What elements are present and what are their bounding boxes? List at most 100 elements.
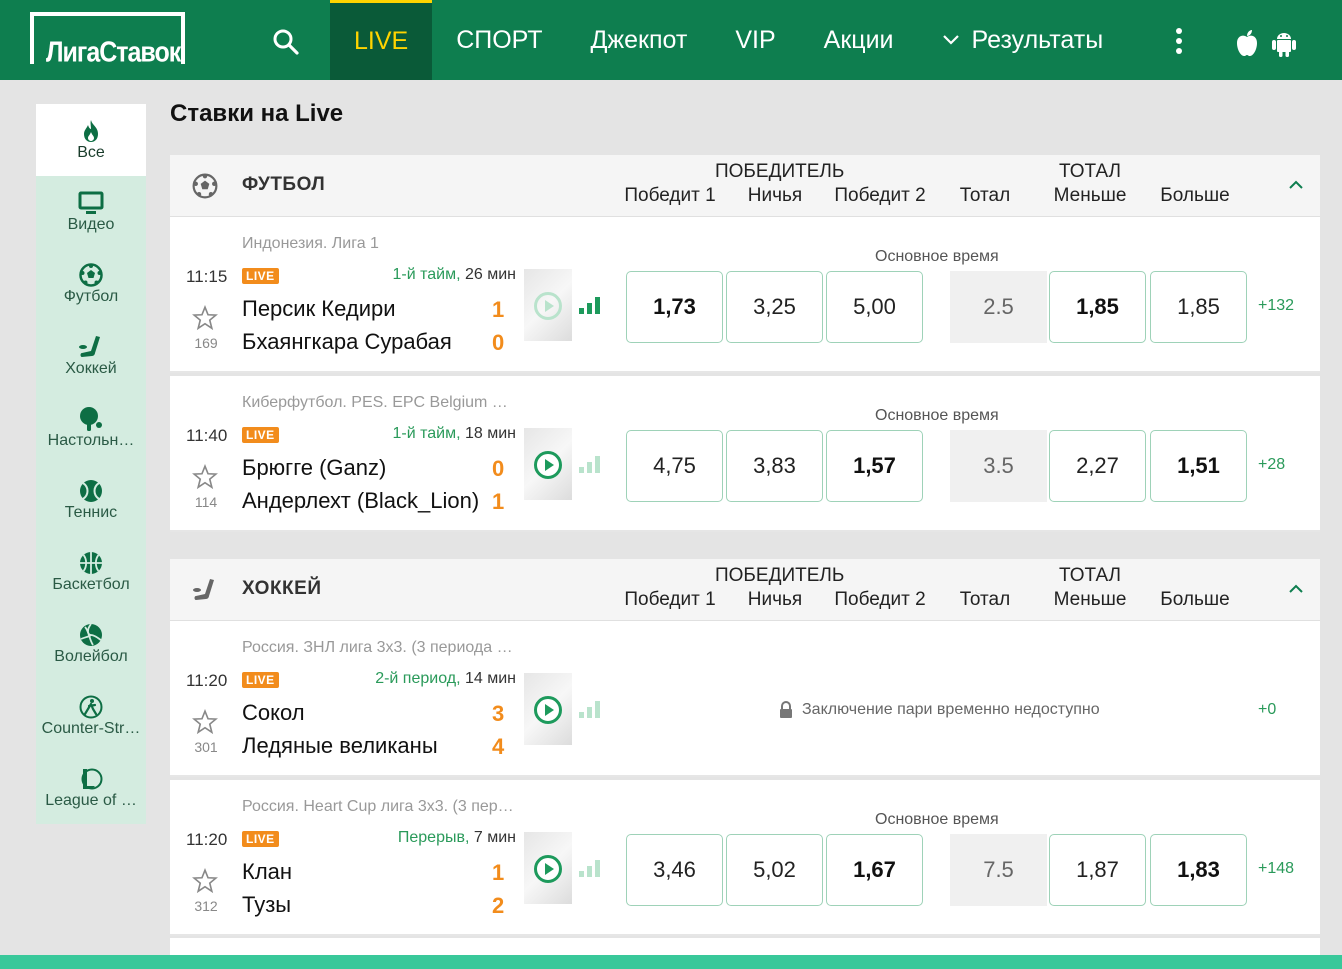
nav-live-label: LIVE <box>354 27 409 55</box>
team2-name: Ледяные великаны <box>242 733 438 758</box>
minute-text: 26 мин <box>464 266 516 283</box>
match-status: Перерыв, 7 мин <box>398 829 516 847</box>
android-icon[interactable] <box>1270 28 1298 58</box>
signal-strength-icon <box>578 454 602 479</box>
event-row[interactable]: Киберфутбол. PES. EPC Belgium Cyb… 11:40… <box>170 376 1320 532</box>
odd-over[interactable]: 1,83 <box>1150 834 1247 906</box>
volleyball-icon <box>79 622 103 648</box>
col-win1: Победит 1 <box>624 185 716 206</box>
search-icon[interactable] <box>272 28 300 56</box>
video-thumbnail[interactable] <box>524 832 572 904</box>
basketball-icon <box>79 550 103 576</box>
viewers-count: 301 <box>194 739 218 755</box>
star-icon[interactable] <box>192 463 218 495</box>
counter-strike-icon <box>79 694 103 720</box>
star-icon[interactable] <box>192 867 218 899</box>
odd-win1[interactable]: 3,46 <box>626 834 723 906</box>
sidebar-item-volleyball[interactable]: Волейбол <box>36 608 146 680</box>
sport-sidebar: Все Видео Футбол Хоккей Настольн… Теннис… <box>36 104 146 824</box>
market-label: Основное время <box>875 407 999 424</box>
odd-win1[interactable]: 4,75 <box>626 430 723 502</box>
sidebar-item-video[interactable]: Видео <box>36 176 146 248</box>
col-win2: Победит 2 <box>834 185 926 206</box>
page-title: Ставки на Live <box>170 100 344 127</box>
nav-promos[interactable]: Акции <box>800 0 918 80</box>
team2-score: 0 <box>492 330 505 355</box>
event-row[interactable]: Россия. ЗНЛ лига 3х3. (3 периода по… 11:… <box>170 621 1320 777</box>
col-over: Больше <box>1160 185 1230 206</box>
more-vertical-icon[interactable] <box>1170 26 1188 56</box>
odd-win2[interactable]: 1,57 <box>826 430 923 502</box>
odd-draw[interactable]: 3,83 <box>726 430 823 502</box>
odd-draw[interactable]: 3,25 <box>726 271 823 343</box>
nav-vip[interactable]: VIP <box>711 0 799 80</box>
odd-win2[interactable]: 5,00 <box>826 271 923 343</box>
hockey-icon <box>192 577 218 608</box>
odd-over[interactable]: 1,85 <box>1150 271 1247 343</box>
unavailable-text: Заключение пари временно недоступно <box>802 701 1100 718</box>
more-bets-link[interactable]: +132 <box>1258 297 1294 315</box>
logo-text: ЛигаСтавок <box>46 36 181 69</box>
col-win1: Победит 1 <box>624 589 716 610</box>
sidebar-item-football[interactable]: Футбол <box>36 248 146 320</box>
chevron-up-icon[interactable] <box>1288 581 1304 599</box>
odd-under[interactable]: 1,87 <box>1049 834 1146 906</box>
col-under: Меньше <box>1053 185 1127 206</box>
event-row[interactable]: Индонезия. Лига 1 11:15 LIVE 1-й тайм, 2… <box>170 217 1320 373</box>
event-time: 11:20 <box>186 830 228 849</box>
viewers-count: 312 <box>194 898 218 914</box>
sidebar-item-label: Видео <box>67 216 115 233</box>
odd-under[interactable]: 1,85 <box>1049 271 1146 343</box>
star-icon[interactable] <box>192 304 218 336</box>
odd-draw[interactable]: 5,02 <box>726 834 823 906</box>
odd-under[interactable]: 2,27 <box>1049 430 1146 502</box>
sidebar-item-counter-strike[interactable]: Counter-Str… <box>36 680 146 752</box>
sidebar-item-tennis[interactable]: Теннис <box>36 464 146 536</box>
col-total: Тотал <box>959 589 1011 610</box>
team1-name: Сокол <box>242 700 305 725</box>
nav-jackpot[interactable]: Джекпот <box>567 0 712 80</box>
sidebar-item-table-tennis[interactable]: Настольн… <box>36 392 146 464</box>
odd-win2[interactable]: 1,67 <box>826 834 923 906</box>
sidebar-item-label: League of … <box>45 792 137 809</box>
period-text: 2-й период, <box>375 670 461 687</box>
soccer-ball-icon <box>192 173 218 204</box>
odd-win1[interactable]: 1,73 <box>626 271 723 343</box>
event-time: 11:40 <box>186 426 228 445</box>
video-thumbnail[interactable] <box>524 673 572 745</box>
match-status: 2-й период, 14 мин <box>375 670 516 688</box>
nav-results[interactable]: Результаты <box>918 0 1128 80</box>
main-nav: LIVE СПОРТ Джекпот VIP Акции Результаты <box>330 0 1127 80</box>
sidebar-item-league-of-legends[interactable]: League of … <box>36 752 146 824</box>
star-icon[interactable] <box>192 708 218 740</box>
chevron-up-icon[interactable] <box>1288 177 1304 195</box>
more-bets-link[interactable]: +28 <box>1258 456 1285 474</box>
liga-stavok-logo[interactable]: ЛигаСтавок <box>30 12 185 68</box>
col-win2: Победит 2 <box>834 589 926 610</box>
video-thumbnail[interactable] <box>524 269 572 341</box>
next-event-row-partial <box>170 938 1320 955</box>
more-bets-link[interactable]: +148 <box>1258 860 1294 878</box>
nav-promos-label: Акции <box>823 25 894 54</box>
sidebar-item-all[interactable]: Все <box>36 104 146 176</box>
live-badge: LIVE <box>242 268 279 284</box>
league-of-legends-icon <box>79 766 103 792</box>
odd-over[interactable]: 1,51 <box>1150 430 1247 502</box>
apple-icon[interactable] <box>1234 28 1262 58</box>
event-row[interactable]: Россия. Heart Cup лига 3х3. (3 пери… 11:… <box>170 780 1320 936</box>
lock-icon <box>780 701 792 718</box>
video-thumbnail[interactable] <box>524 428 572 500</box>
col-total: Тотал <box>959 185 1011 206</box>
total-value: 2.5 <box>950 271 1047 343</box>
tv-icon <box>78 190 104 216</box>
hockey-icon <box>78 334 104 360</box>
sidebar-item-basketball[interactable]: Баскетбол <box>36 536 146 608</box>
sidebar-item-hockey[interactable]: Хоккей <box>36 320 146 392</box>
league-name: Россия. Heart Cup лига 3х3. (3 пери… <box>242 798 517 815</box>
more-bets-link[interactable]: +0 <box>1258 701 1276 719</box>
team1-name: Персик Кедири <box>242 296 396 321</box>
minute-text: 14 мин <box>464 670 516 687</box>
nav-sport[interactable]: СПОРТ <box>432 0 566 80</box>
nav-live[interactable]: LIVE <box>330 0 433 80</box>
sidebar-item-label: Все <box>77 144 105 161</box>
